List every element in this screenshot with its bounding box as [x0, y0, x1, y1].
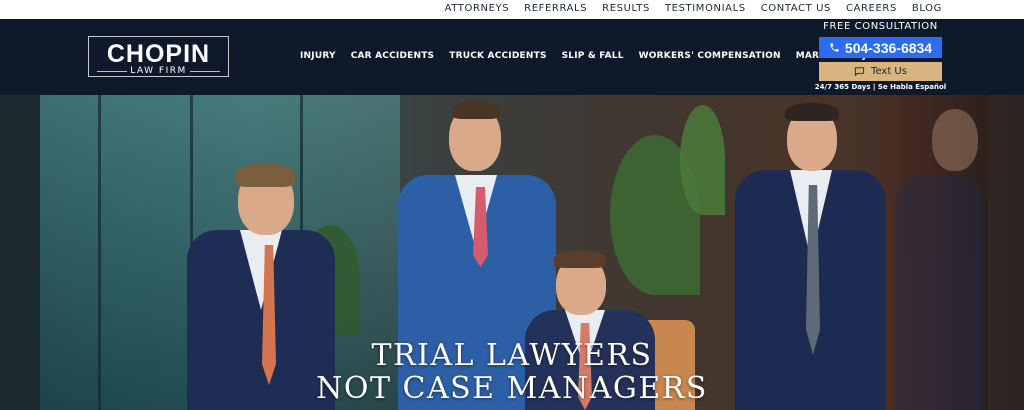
utility-link-testimonials[interactable]: TESTIMONIALS	[665, 3, 746, 14]
text-us-label: Text Us	[871, 66, 907, 77]
hero-headline-line-1: TRIAL LAWYERS	[371, 338, 653, 373]
hero-headline: TRIAL LAWYERS NOT CASE MANAGERS	[0, 339, 1024, 405]
logo-divider-right	[190, 71, 220, 72]
utility-link-attorneys[interactable]: ATTORNEYS	[445, 3, 510, 14]
hours-note: 24/7 365 Days | Se Habla Español	[814, 83, 947, 91]
text-us-button[interactable]: Text Us	[819, 62, 942, 81]
utility-link-results[interactable]: RESULTS	[602, 3, 650, 14]
phone-button[interactable]: 504-336-6834	[819, 37, 942, 58]
utility-nav: ATTORNEYS REFERRALS RESULTS TESTIMONIALS…	[445, 3, 942, 14]
utility-bar: ATTORNEYS REFERRALS RESULTS TESTIMONIALS…	[0, 0, 1024, 19]
nav-item-injury[interactable]: INJURY	[300, 51, 336, 61]
nav-item-car-accidents[interactable]: CAR ACCIDENTS	[351, 51, 435, 61]
nav-item-workers-comp[interactable]: WORKERS' COMPENSATION	[639, 51, 781, 61]
utility-link-blog[interactable]: BLOG	[912, 3, 942, 14]
main-nav: INJURY CAR ACCIDENTS TRUCK ACCIDENTS SLI…	[300, 51, 902, 61]
main-header: CHOPIN LAW FIRM INJURY CAR ACCIDENTS TRU…	[0, 19, 1024, 95]
logo[interactable]: CHOPIN LAW FIRM	[88, 36, 229, 77]
plant-decor	[680, 105, 725, 215]
phone-icon	[830, 43, 839, 52]
utility-link-contact[interactable]: CONTACT US	[761, 3, 831, 14]
utility-link-careers[interactable]: CAREERS	[846, 3, 897, 14]
nav-item-slip-fall[interactable]: SLIP & FALL	[562, 51, 624, 61]
free-consultation-label: FREE CONSULTATION	[823, 21, 938, 32]
phone-number: 504-336-6834	[844, 39, 933, 56]
nav-item-truck-accidents[interactable]: TRUCK ACCIDENTS	[449, 51, 546, 61]
hero-headline-line-2: NOT CASE MANAGERS	[316, 371, 708, 406]
logo-name: CHOPIN	[106, 40, 211, 68]
utility-link-referrals[interactable]: REFERRALS	[524, 3, 587, 14]
chat-bubble-icon	[854, 67, 865, 77]
hero-banner: TRIAL LAWYERS NOT CASE MANAGERS	[0, 95, 1024, 410]
